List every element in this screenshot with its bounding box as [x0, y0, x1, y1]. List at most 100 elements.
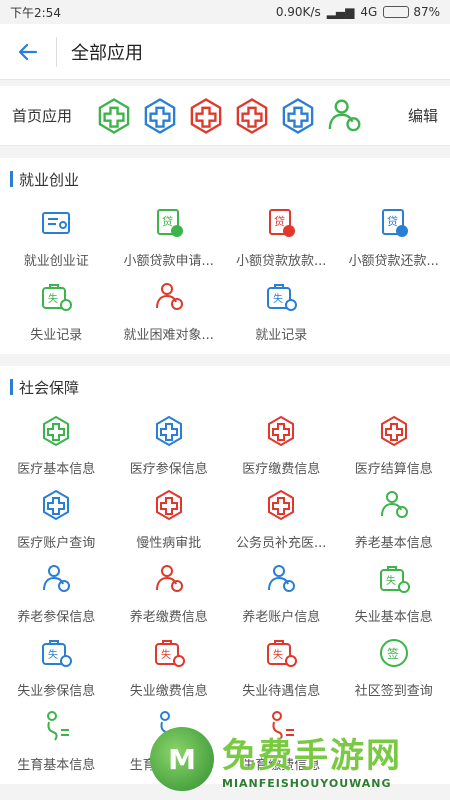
- app-icon: [152, 562, 186, 600]
- home-app-icon-3[interactable]: [186, 96, 226, 136]
- app-item[interactable]: 就业创业证: [0, 200, 113, 274]
- battery-icon: 87%: [383, 5, 440, 19]
- svg-text:贷: 贷: [274, 214, 285, 228]
- app-icon: 失: [39, 280, 73, 318]
- app-icon: 失: [264, 636, 298, 674]
- app-label: 就业创业证: [23, 253, 89, 269]
- app-item[interactable]: 生育基本信息: [0, 704, 113, 778]
- app-item[interactable]: 失失业参保信息: [0, 630, 113, 704]
- svg-text:失: 失: [273, 648, 283, 661]
- section-1: 就业创业 就业创业证贷小额贷款申请... 贷小额贷款放款... 贷小额贷款还款... 失…: [0, 158, 450, 354]
- app-grid: 就业创业证贷小额贷款申请... 贷小额贷款放款... 贷小额贷款还款... 失失业记录…: [0, 200, 450, 348]
- app-icon: 失: [377, 562, 411, 600]
- app-icon: [264, 562, 298, 600]
- app-item[interactable]: 公务员补充医...: [225, 482, 338, 556]
- app-label: 公务员补充医...: [236, 535, 327, 551]
- edit-button[interactable]: 编辑: [398, 105, 438, 126]
- section-title: 社会保障: [19, 378, 80, 397]
- sections-container: 就业创业 就业创业证贷小额贷款申请... 贷小额贷款放款... 贷小额贷款还款... 失…: [0, 158, 450, 784]
- home-app-icon-4[interactable]: [232, 96, 272, 136]
- svg-text:失: 失: [386, 574, 396, 587]
- app-label: 社区签到查询: [354, 683, 433, 699]
- app-item[interactable]: 医疗结算信息: [338, 408, 450, 482]
- app-item[interactable]: 医疗缴费信息: [225, 408, 338, 482]
- signal-icon: ▂▄▆: [326, 5, 355, 19]
- svg-text:失: 失: [161, 648, 171, 661]
- app-icon: [264, 414, 298, 452]
- home-app-icon-1[interactable]: [94, 96, 134, 136]
- app-item[interactable]: 就业困难对象...: [113, 274, 226, 348]
- app-label: 生育基本信息: [17, 757, 96, 773]
- app-item[interactable]: 贷小额贷款申请...: [113, 200, 226, 274]
- app-icon: 失: [152, 636, 186, 674]
- app-icon: [152, 280, 186, 318]
- app-item[interactable]: 养老缴费信息: [113, 556, 226, 630]
- title-divider: [56, 36, 57, 67]
- app-icon: 签: [377, 636, 411, 674]
- svg-text:失: 失: [48, 292, 58, 305]
- app-icon: [39, 562, 73, 600]
- app-item[interactable]: 失失业基本信息: [338, 556, 450, 630]
- home-apps-bar: 首页应用 编辑: [0, 86, 450, 146]
- app-label: 慢性病审批: [136, 535, 202, 551]
- app-label: 养老参保信息: [17, 609, 96, 625]
- section-accent-bar: [10, 379, 13, 395]
- home-app-icon-5[interactable]: [278, 96, 318, 136]
- app-label: 失业记录: [30, 327, 83, 343]
- app-icon: 贷: [377, 206, 411, 244]
- svg-text:贷: 贷: [162, 214, 173, 228]
- app-label: 养老基本信息: [354, 535, 433, 551]
- app-label: 小额贷款申请...: [123, 253, 214, 269]
- svg-text:签: 签: [387, 646, 399, 661]
- svg-text:贷: 贷: [387, 214, 398, 228]
- app-item[interactable]: 贷小额贷款还款...: [338, 200, 450, 274]
- page-title: 全部应用: [71, 42, 143, 64]
- app-label: 失业待遇信息: [242, 683, 321, 699]
- app-item[interactable]: 养老账户信息: [225, 556, 338, 630]
- app-icon: 失: [264, 280, 298, 318]
- svg-text:失: 失: [273, 292, 283, 305]
- app-item[interactable]: 失就业记录: [225, 274, 338, 348]
- app-icon: [377, 414, 411, 452]
- section-title: 就业创业: [19, 170, 80, 189]
- app-item[interactable]: 签社区签到查询: [338, 630, 450, 704]
- app-label: 医疗结算信息: [354, 461, 433, 477]
- watermark: M 免费手游网 MIANFEISHOUYOUWANG: [150, 724, 450, 794]
- app-icon: 贷: [152, 206, 186, 244]
- app-label: 医疗基本信息: [17, 461, 96, 477]
- back-arrow-icon[interactable]: [0, 24, 56, 80]
- app-item[interactable]: 医疗账户查询: [0, 482, 113, 556]
- app-item[interactable]: 失失业缴费信息: [113, 630, 226, 704]
- app-icon: [264, 488, 298, 526]
- home-app-icon-2[interactable]: [140, 96, 180, 136]
- watermark-logo: M: [150, 727, 214, 791]
- app-item[interactable]: 失失业记录: [0, 274, 113, 348]
- app-item[interactable]: 养老基本信息: [338, 482, 450, 556]
- app-label: 医疗账户查询: [17, 535, 96, 551]
- battery-text: 87%: [413, 5, 440, 19]
- network-speed: 0.90K/s: [275, 5, 321, 19]
- app-label: 小额贷款还款...: [348, 253, 439, 269]
- status-bar: 下午2:54 0.90K/s ▂▄▆ 4G 87%: [0, 0, 450, 24]
- app-icon: [39, 414, 73, 452]
- status-time: 下午2:54: [10, 5, 61, 20]
- app-label: 失业参保信息: [17, 683, 96, 699]
- app-icon: [39, 488, 73, 526]
- home-app-icon-6[interactable]: [324, 96, 364, 136]
- top-bar: 全部应用: [0, 24, 450, 80]
- app-icon: 贷: [264, 206, 298, 244]
- app-icon: [152, 414, 186, 452]
- app-label: 失业基本信息: [354, 609, 433, 625]
- app-item[interactable]: 医疗参保信息: [113, 408, 226, 482]
- app-item[interactable]: 贷小额贷款放款...: [225, 200, 338, 274]
- section-accent-bar: [10, 171, 13, 187]
- network-type: 4G: [360, 5, 378, 19]
- app-label: 就业记录: [255, 327, 308, 343]
- app-item[interactable]: 养老参保信息: [0, 556, 113, 630]
- app-icon: [152, 488, 186, 526]
- app-item[interactable]: 医疗基本信息: [0, 408, 113, 482]
- app-item[interactable]: 失失业待遇信息: [225, 630, 338, 704]
- watermark-logo-letter: M: [168, 742, 196, 776]
- app-item[interactable]: 慢性病审批: [113, 482, 226, 556]
- section-2: 社会保障医疗基本信息 医疗参保信息 医疗缴费信息 医疗结算信息医疗账户查询 慢性病审批 公…: [0, 366, 450, 784]
